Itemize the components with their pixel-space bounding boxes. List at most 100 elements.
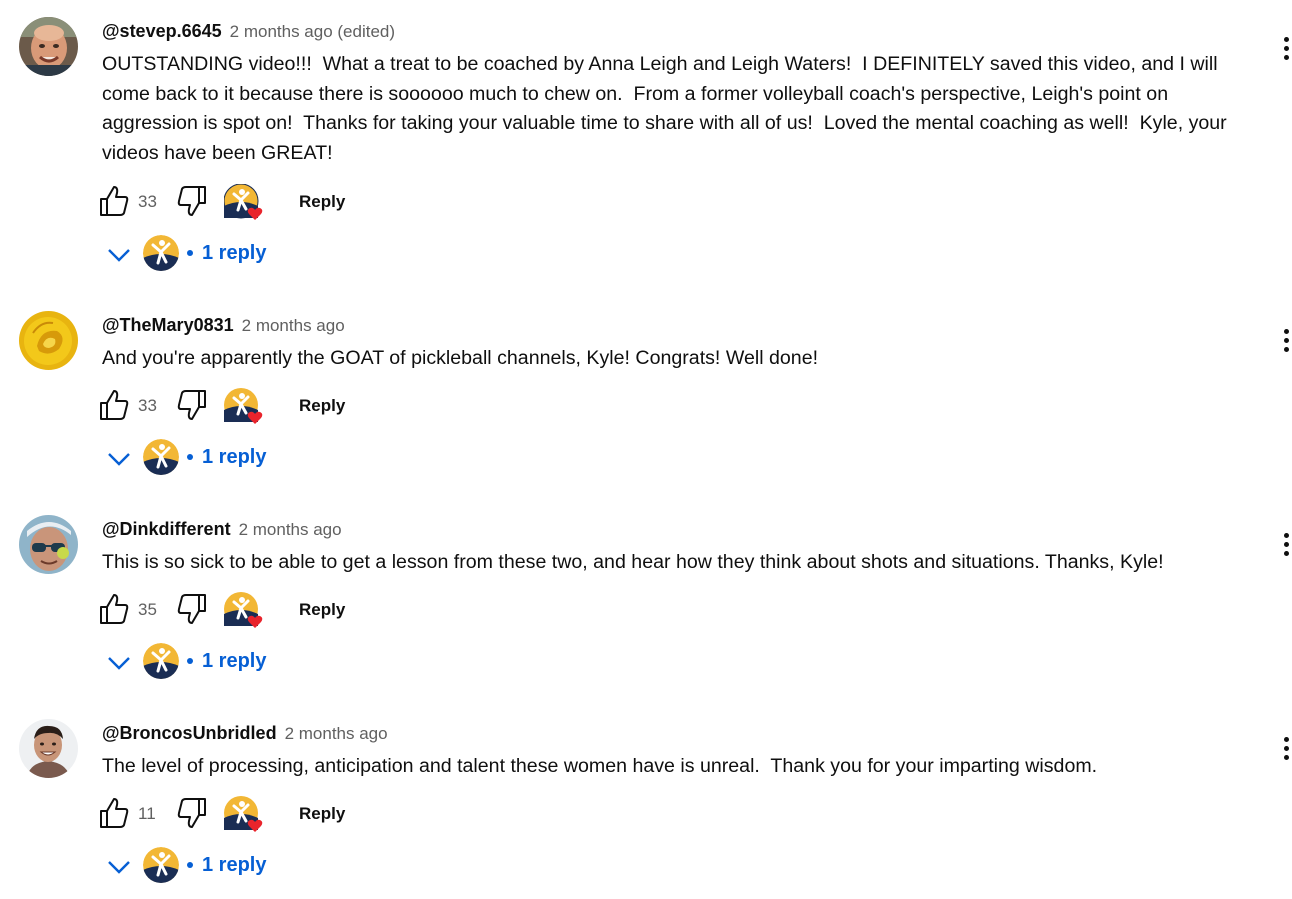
comment-text: The level of processing, anticipation an… [102, 755, 1098, 777]
more-actions-button[interactable] [1281, 37, 1292, 65]
reply-button[interactable]: Reply [299, 599, 345, 621]
creator-heart-badge [224, 796, 264, 834]
reply-count: 1 reply [202, 242, 267, 264]
comment-time[interactable]: 2 months ago [242, 316, 345, 335]
comment-author[interactable]: @Dinkdifferent [102, 519, 231, 539]
avatar[interactable] [19, 17, 78, 76]
yellow-rose-avatar [19, 311, 78, 370]
comment-header: @TheMary0831 2 months ago [102, 313, 345, 338]
reply-button[interactable]: Reply [299, 191, 345, 213]
chevron-down-icon [108, 657, 130, 670]
pickleball-player-logo-icon [143, 847, 179, 883]
comment-text: This is so sick to be able to get a less… [102, 551, 1164, 573]
comment-text: OUTSTANDING video!!! What a treat to be … [102, 53, 1233, 164]
like-button[interactable] [98, 796, 132, 832]
view-replies-button[interactable]: 1 reply [105, 643, 305, 683]
more-vert-icon [1284, 329, 1289, 334]
avatar[interactable] [19, 719, 78, 778]
view-replies-button[interactable]: 1 reply [105, 235, 305, 275]
thumbs-up-icon [100, 186, 129, 216]
comment-toolbar: 35 Reply [98, 592, 398, 632]
more-vert-icon [1284, 347, 1289, 352]
separator-dot [187, 454, 193, 460]
creator-heart-icon [224, 592, 263, 628]
more-vert-icon [1284, 55, 1289, 60]
comment-header: @stevep.6645 2 months ago (edited) [102, 19, 395, 44]
like-count: 35 [138, 600, 157, 619]
more-vert-icon [1284, 737, 1289, 742]
more-vert-icon [1284, 338, 1289, 343]
comment-header: @Dinkdifferent 2 months ago [102, 517, 342, 542]
thumbs-down-icon [177, 390, 206, 420]
comment-time[interactable]: 2 months ago (edited) [230, 22, 395, 41]
separator-dot [187, 658, 193, 664]
like-count: 33 [138, 192, 157, 211]
like-count: 33 [138, 396, 157, 415]
pickleball-player-logo-icon [143, 439, 179, 475]
more-actions-button[interactable] [1281, 329, 1292, 357]
comment-text: And you're apparently the GOAT of pickle… [102, 347, 819, 369]
thumbs-up-icon [100, 390, 129, 420]
comment-thread: @TheMary0831 2 months ago And you're app… [0, 311, 1292, 481]
dislike-button[interactable] [176, 184, 210, 220]
separator-dot [187, 250, 193, 256]
like-button[interactable] [98, 592, 132, 628]
comment-toolbar: 11 Reply [98, 796, 398, 836]
thumbs-up-icon [100, 798, 129, 828]
creator-reply-avatar [143, 235, 179, 271]
dislike-button[interactable] [176, 796, 210, 832]
thumbs-up-icon [100, 594, 129, 624]
more-vert-icon [1284, 746, 1289, 751]
reply-button[interactable]: Reply [299, 395, 345, 417]
comment-thread: @Dinkdifferent 2 months ago This is so s… [0, 515, 1292, 685]
more-vert-icon [1284, 542, 1289, 547]
more-actions-button[interactable] [1281, 737, 1292, 765]
creator-heart-icon [224, 796, 263, 832]
like-button[interactable] [98, 388, 132, 424]
comment-author[interactable]: @BroncosUnbridled [102, 723, 277, 743]
avatar[interactable] [19, 311, 78, 370]
avatar[interactable] [19, 515, 78, 574]
more-vert-icon [1284, 533, 1289, 538]
comment-thread: @stevep.6645 2 months ago (edited) OUTST… [0, 17, 1292, 287]
chevron-down-icon [108, 861, 130, 874]
smiling-man-avatar [19, 719, 78, 778]
creator-heart-icon [223, 183, 263, 220]
reply-count: 1 reply [202, 446, 267, 468]
reply-button[interactable]: Reply [299, 803, 345, 825]
pickleball-player-logo-icon [143, 643, 179, 679]
creator-reply-avatar [143, 847, 179, 883]
man-sunglasses-avatar [19, 515, 78, 574]
creator-heart-badge [224, 388, 264, 426]
more-vert-icon [1284, 46, 1289, 51]
dislike-button[interactable] [176, 592, 210, 628]
comment-time[interactable]: 2 months ago [285, 724, 388, 743]
comment-toolbar: 33 Reply [98, 388, 398, 428]
more-vert-icon [1284, 37, 1289, 42]
comment-author[interactable]: @TheMary0831 [102, 315, 234, 335]
chevron-down-icon [108, 249, 130, 262]
reply-count: 1 reply [202, 854, 267, 876]
comment-time[interactable]: 2 months ago [239, 520, 342, 539]
chevron-down-icon [108, 453, 130, 466]
thumbs-down-icon [177, 594, 206, 624]
comment-header: @BroncosUnbridled 2 months ago [102, 721, 388, 746]
creator-heart-icon [224, 388, 263, 424]
like-button[interactable] [98, 184, 132, 220]
more-vert-icon [1284, 551, 1289, 556]
bald-man-photo-avatar [19, 17, 78, 76]
creator-reply-avatar [143, 643, 179, 679]
view-replies-button[interactable]: 1 reply [105, 847, 305, 887]
pickleball-player-logo-icon [143, 235, 179, 271]
dislike-button[interactable] [176, 388, 210, 424]
reply-count: 1 reply [202, 650, 267, 672]
creator-heart-badge [224, 592, 264, 630]
comment-toolbar: 33 Reply [98, 183, 398, 224]
creator-heart-badge [223, 183, 264, 222]
view-replies-button[interactable]: 1 reply [105, 439, 305, 479]
more-actions-button[interactable] [1281, 533, 1292, 561]
separator-dot [187, 862, 193, 868]
creator-reply-avatar [143, 439, 179, 475]
comment-author[interactable]: @stevep.6645 [102, 21, 222, 41]
thumbs-down-icon [177, 186, 206, 216]
